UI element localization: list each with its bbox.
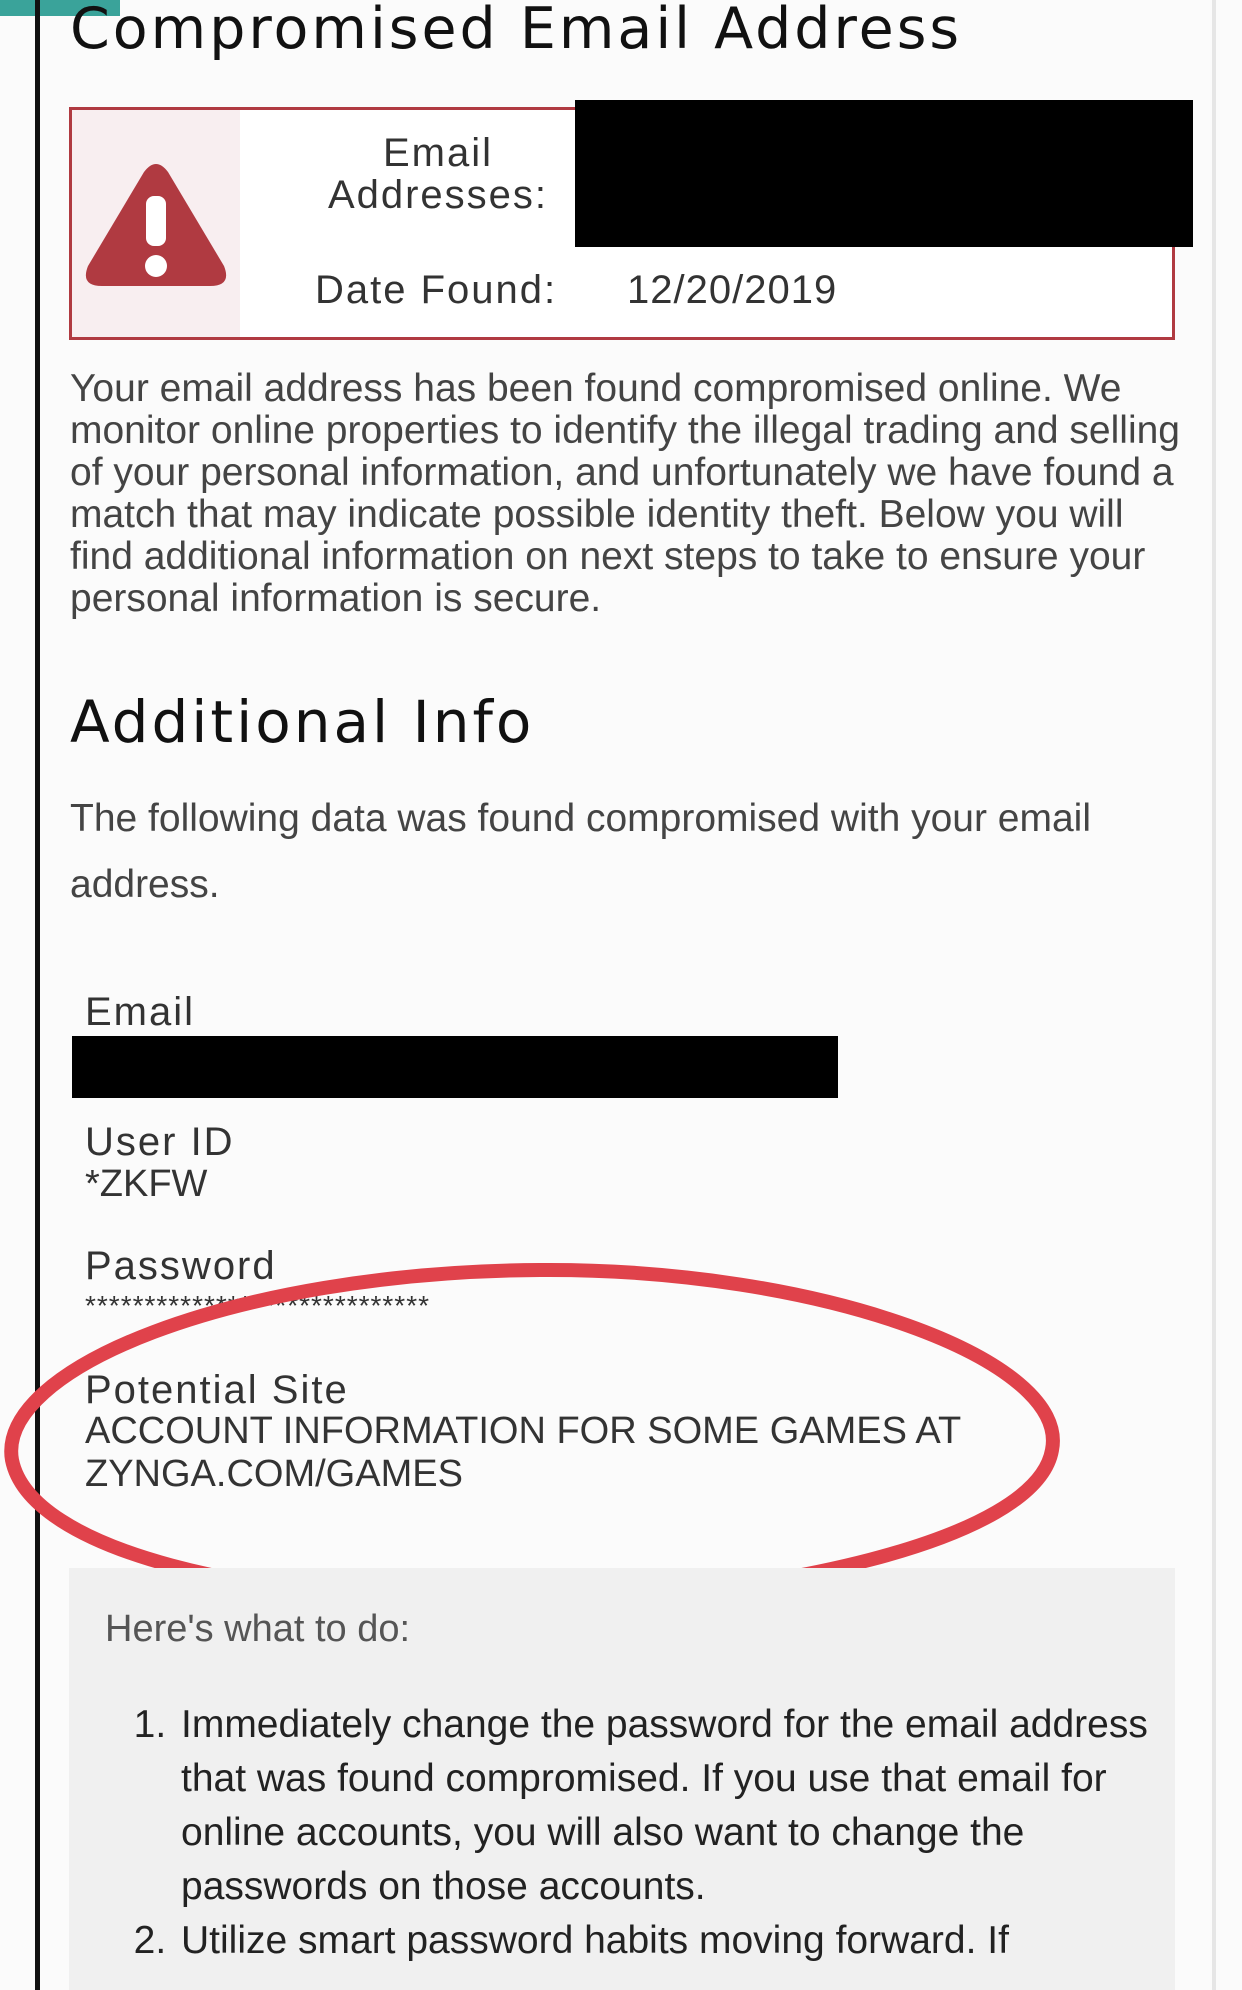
step-item: Immediately change the password for the … [177, 1698, 1187, 1914]
password-label: Password [85, 1244, 277, 1288]
date-found-label: Date Found: [315, 268, 558, 312]
what-to-do-heading: Here's what to do: [105, 1608, 411, 1650]
date-found-value: 12/20/2019 [627, 268, 838, 312]
page-title: Compromised Email Address [70, 0, 963, 62]
what-to-do-panel: Here's what to do: Immediately change th… [69, 1568, 1175, 1990]
intro-paragraph: Your email address has been found compro… [70, 367, 1180, 620]
redacted-email-address [575, 100, 1193, 247]
user-id-value: *ZKFW [85, 1163, 208, 1205]
potential-site-label: Potential Site [85, 1368, 349, 1412]
email-addresses-label: Email Addresses: [327, 131, 549, 217]
step-item: Utilize smart password habits moving for… [177, 1914, 1187, 1968]
redacted-email-value [72, 1036, 838, 1098]
steps-list: Immediately change the password for the … [109, 1698, 1187, 1968]
additional-info-text: The following data was found compromised… [70, 797, 1091, 906]
additional-info-heading: Additional Info [70, 688, 535, 756]
left-border [35, 0, 40, 1990]
user-id-label: User ID [85, 1120, 235, 1164]
warning-triangle-icon [85, 164, 227, 286]
potential-site-value: ACCOUNT INFORMATION FOR SOME GAMES AT ZY… [85, 1410, 961, 1495]
alert-icon-panel [72, 110, 240, 337]
right-border [1212, 0, 1216, 1990]
password-value: ***************************** [85, 1290, 430, 1321]
email-field-label: Email [85, 990, 196, 1034]
